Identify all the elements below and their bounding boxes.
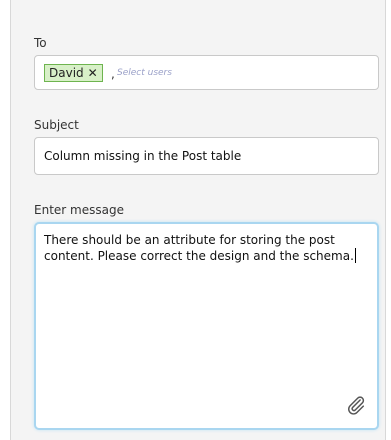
recipient-separator: , — [111, 67, 115, 81]
compose-message-panel: To David ✕ , Subject Enter message There… — [10, 0, 386, 440]
paperclip-icon[interactable] — [345, 394, 367, 416]
text-cursor — [354, 248, 356, 263]
subject-field[interactable] — [34, 137, 379, 175]
subject-input[interactable] — [44, 147, 364, 165]
select-users-input[interactable] — [117, 64, 357, 82]
message-label: Enter message — [34, 203, 124, 217]
recipients-field[interactable]: David ✕ , — [34, 55, 379, 90]
message-text: There should be an attribute for storing… — [44, 233, 354, 263]
to-label: To — [34, 36, 47, 50]
recipient-tag[interactable]: David ✕ — [44, 64, 103, 82]
recipient-name: David — [49, 66, 84, 80]
message-textarea[interactable]: There should be an attribute for storing… — [34, 222, 379, 430]
subject-label: Subject — [34, 118, 79, 132]
message-content[interactable]: There should be an attribute for storing… — [44, 232, 372, 264]
close-icon[interactable]: ✕ — [88, 65, 98, 81]
